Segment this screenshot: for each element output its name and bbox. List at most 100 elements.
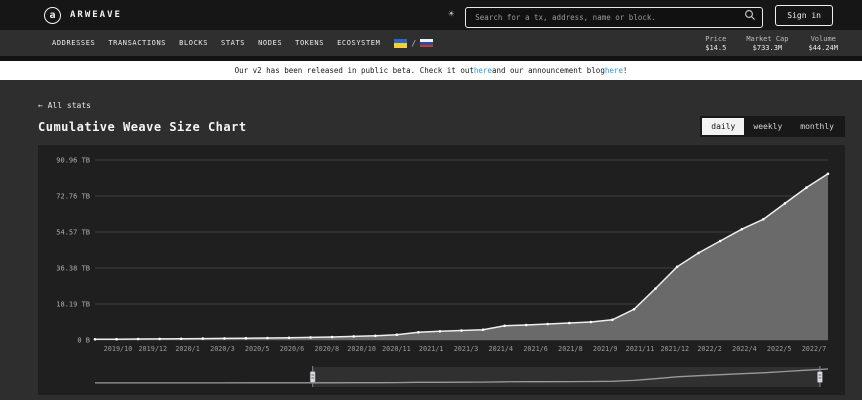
data-point-marker: [396, 333, 399, 336]
russia-flag-icon[interactable]: [420, 39, 433, 48]
x-axis-tick-label: 2021/11: [626, 345, 655, 353]
banner-text-2: and our announcement blog: [492, 66, 605, 75]
data-point-marker: [482, 328, 485, 331]
data-point-marker: [525, 324, 528, 327]
market-stat-label: Volume: [808, 35, 838, 43]
market-stat-label: Price: [705, 35, 726, 43]
y-axis-tick-label: 0 B: [77, 337, 90, 345]
back-to-all-stats-link[interactable]: ← All stats: [38, 101, 91, 110]
market-stat-volume: Volume$44.24M: [808, 35, 838, 52]
data-point-marker: [741, 228, 744, 231]
brush-selected-range[interactable]: [313, 367, 820, 387]
sun-icon[interactable]: ☀: [448, 10, 454, 20]
x-axis-tick-label: 2021/8: [558, 345, 583, 353]
data-point-marker: [805, 186, 808, 189]
nav-item-ecosystem[interactable]: ECOSYSTEM: [337, 39, 380, 47]
x-axis-tick-label: 2021/12: [660, 345, 689, 353]
brand-name: ARWEAVE: [70, 10, 122, 20]
nav-item-stats[interactable]: STATS: [221, 39, 245, 47]
weave-size-chart-panel: 0 B 18.19 TB 36.38 TB 54.57 TB 72.76 TB 90.96…: [38, 145, 845, 395]
magnifier-icon: [744, 9, 756, 21]
data-point-marker: [503, 325, 506, 328]
data-point-marker: [288, 337, 291, 340]
range-tab-daily[interactable]: daily: [702, 118, 744, 135]
x-axis-tick-label: 2020/11: [382, 345, 411, 353]
x-axis-tick-label: 2020/10: [347, 345, 376, 353]
banner-link-blog[interactable]: here: [605, 66, 623, 75]
nav-item-transactions[interactable]: TRANSACTIONS: [108, 39, 166, 47]
x-axis-tick-label: 2019/12: [138, 345, 167, 353]
sign-in-button[interactable]: Sign in: [775, 5, 833, 26]
y-axis-tick-label: 90.96 TB: [56, 156, 90, 164]
page: a ARWEAVE ☀ Sign in ADDRESSES TRANSACTION…: [0, 0, 862, 400]
data-point-marker: [762, 218, 765, 221]
main-content: ← All stats Cumulative Weave Size Chart …: [0, 80, 862, 395]
nav-item-tokens[interactable]: TOKENS: [295, 39, 324, 47]
data-point-marker: [352, 335, 355, 338]
data-point-marker: [460, 329, 463, 332]
y-axis-tick-label: 72.76 TB: [56, 193, 90, 201]
market-stat-value: $733.3M: [746, 44, 788, 52]
range-tab-monthly[interactable]: monthly: [791, 118, 843, 135]
x-axis-tick-label: 2022/4: [732, 345, 757, 353]
range-tab-weekly[interactable]: weekly: [744, 118, 791, 135]
brush-handle-right[interactable]: [817, 372, 822, 383]
nav-item-addresses[interactable]: ADDRESSES: [52, 39, 95, 47]
data-point-marker: [202, 337, 205, 340]
data-point-marker: [827, 173, 830, 176]
x-axis-tick-label: 2019/10: [104, 345, 133, 353]
announcement-banner: Our v2 has been released in public beta.…: [0, 61, 862, 80]
data-point-marker: [784, 202, 787, 205]
market-stat-value: $14.5: [705, 44, 726, 52]
data-point-marker: [374, 335, 377, 338]
cumulative-weave-size-chart: 0 B 18.19 TB 36.38 TB 54.57 TB 72.76 TB 90.96…: [38, 145, 845, 395]
data-point-marker: [633, 308, 636, 311]
data-point-marker: [611, 319, 614, 322]
data-point-marker: [697, 252, 700, 255]
market-stats: Price$14.5 Market Cap$733.3M Volume$44.24M: [705, 35, 838, 52]
x-axis-tick-label: 2021/4: [489, 345, 514, 353]
banner-text-1: Our v2 has been released in public beta.…: [235, 66, 474, 75]
y-axis-tick-label: 18.19 TB: [56, 301, 90, 309]
x-axis-tick-label: 2020/3: [210, 345, 235, 353]
search-box: [465, 5, 763, 26]
page-title: Cumulative Weave Size Chart: [38, 120, 247, 134]
range-tabs: dailyweeklymonthly: [700, 116, 845, 137]
nav-item-blocks[interactable]: BLOCKS: [179, 39, 208, 47]
x-axis-tick-label: 2022/5: [767, 345, 792, 353]
data-point-marker: [568, 322, 571, 325]
data-point-marker: [137, 338, 140, 341]
data-point-marker: [266, 337, 269, 340]
nav-item-nodes[interactable]: NODES: [258, 39, 282, 47]
y-axis-tick-label: 54.57 TB: [56, 229, 90, 237]
data-point-marker: [546, 323, 549, 326]
data-point-marker: [654, 287, 657, 290]
banner-link-beta[interactable]: here: [474, 66, 492, 75]
data-point-marker: [590, 321, 593, 324]
nav-bar: ADDRESSES TRANSACTIONS BLOCKS STATS NODES TOK…: [0, 30, 862, 61]
search-input[interactable]: [465, 7, 763, 28]
market-stat-market-cap: Market Cap$733.3M: [746, 35, 788, 52]
ukraine-flag-icon[interactable]: [394, 39, 407, 48]
data-point-marker: [676, 266, 679, 269]
x-axis-tick-label: 2021/9: [593, 345, 618, 353]
x-axis-tick-label: 2020/6: [280, 345, 305, 353]
x-axis-tick-label: 2021/6: [523, 345, 548, 353]
market-stat-price: Price$14.5: [705, 35, 726, 52]
top-header: a ARWEAVE ☀ Sign in: [0, 0, 862, 30]
x-axis-tick-label: 2022/7: [802, 345, 827, 353]
x-axis-tick-label: 2020/1: [175, 345, 200, 353]
data-point-marker: [719, 240, 722, 243]
y-axis-tick-label: 36.38 TB: [56, 265, 90, 273]
language-separator: /: [411, 39, 416, 48]
brush-handle-left[interactable]: [310, 372, 315, 383]
weave-size-area-fill: [95, 174, 828, 340]
x-axis-tick-label: 2020/8: [315, 345, 340, 353]
data-point-marker: [331, 336, 334, 339]
data-point-marker: [245, 337, 248, 340]
data-point-marker: [439, 330, 442, 333]
banner-text-3: !: [623, 66, 628, 75]
nav-items: ADDRESSES TRANSACTIONS BLOCKS STATS NODES TOK…: [52, 39, 380, 47]
arweave-logo-icon[interactable]: a: [44, 7, 61, 24]
x-axis-tick-label: 2021/1: [419, 345, 444, 353]
